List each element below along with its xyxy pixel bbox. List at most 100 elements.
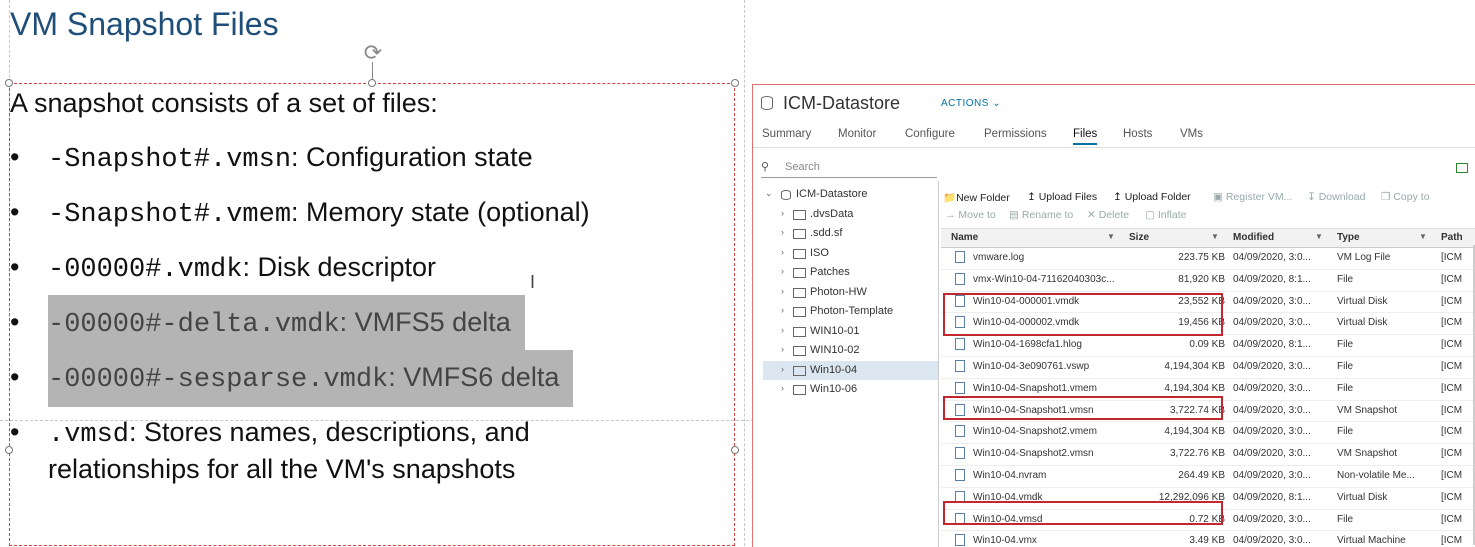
filter-icon[interactable]: ▼ bbox=[1315, 232, 1323, 241]
tree-item[interactable]: › Photon-HW bbox=[763, 283, 939, 303]
cell-path: [ICM bbox=[1441, 382, 1463, 394]
move-to-button[interactable]: → Move to bbox=[945, 209, 996, 221]
folder-icon bbox=[793, 307, 806, 317]
guide-line bbox=[744, 0, 745, 546]
tree-item[interactable]: › Photon-Template bbox=[763, 302, 939, 322]
file-icon bbox=[955, 272, 965, 285]
folder-icon bbox=[793, 229, 806, 239]
tree-item[interactable]: › Patches bbox=[763, 263, 939, 283]
cell-type: VM Snapshot bbox=[1337, 404, 1398, 416]
tab-hosts[interactable]: Hosts bbox=[1123, 128, 1152, 140]
tab-vms[interactable]: VMs bbox=[1180, 128, 1203, 140]
chevron-right-icon[interactable]: › bbox=[781, 364, 784, 374]
resize-handle[interactable] bbox=[731, 79, 739, 87]
cell-modified: 04/09/2020, 3:0... bbox=[1233, 448, 1311, 460]
chevron-right-icon[interactable]: › bbox=[781, 247, 784, 257]
table-row[interactable]: Win10-04-Snapshot2.vmsn 3,722.76 KB 04/09/… bbox=[941, 444, 1475, 466]
tree-item[interactable]: › .dvsData bbox=[763, 205, 939, 225]
folder-icon bbox=[793, 209, 806, 220]
table-row[interactable]: Win10-04.nvram 264.49 KB 04/09/2020, 3:0..… bbox=[941, 466, 1475, 488]
datastore-icon bbox=[781, 190, 791, 200]
tree-item[interactable]: › WIN10-02 bbox=[763, 341, 939, 361]
file-icon bbox=[955, 338, 965, 351]
tab-permissions[interactable]: Permissions bbox=[984, 128, 1047, 140]
actions-menu[interactable]: ACTIONS ⌄ bbox=[941, 98, 1001, 109]
file-icon bbox=[955, 359, 965, 372]
tab-bar: Summary Monitor Configure Permissions Fi… bbox=[753, 125, 1475, 148]
highlight-box bbox=[943, 501, 1223, 525]
cell-type: Virtual Machine bbox=[1337, 535, 1406, 547]
cell-modified: 04/09/2020, 3:0... bbox=[1233, 426, 1311, 438]
folder-icon bbox=[793, 365, 806, 376]
chevron-right-icon[interactable]: › bbox=[781, 305, 784, 315]
column-type[interactable]: Type bbox=[1337, 232, 1360, 243]
bullet-item: • .vmsd: Stores names, descriptions, and… bbox=[10, 417, 530, 484]
bullet-item: • -Snapshot#.vmsn: Configuration state bbox=[10, 142, 533, 175]
tree-item[interactable]: › .sdd.sf bbox=[763, 224, 939, 244]
chevron-down-icon[interactable]: ⌄ bbox=[765, 188, 773, 199]
cell-path: [ICM bbox=[1441, 317, 1463, 329]
tree-item[interactable]: › Win10-06 bbox=[763, 380, 939, 400]
new-folder-button[interactable]: 📁New Folder bbox=[943, 191, 1010, 204]
filter-icon[interactable]: ▼ bbox=[1211, 232, 1219, 241]
cell-type: File bbox=[1337, 339, 1354, 351]
tree-item-selected[interactable]: › Win10-04 bbox=[763, 360, 939, 380]
tab-files[interactable]: Files bbox=[1073, 128, 1098, 145]
chevron-right-icon[interactable]: › bbox=[781, 266, 784, 276]
cell-name: Win10-04-1698cfa1.hlog bbox=[973, 339, 1082, 351]
vsphere-files-panel: ICM-Datastore ACTIONS ⌄ Summary Monitor … bbox=[752, 84, 1475, 547]
tab-summary[interactable]: Summary bbox=[762, 128, 811, 140]
filter-icon[interactable]: ▼ bbox=[1419, 232, 1427, 241]
upload-folder-button[interactable]: ↥ Upload Folder bbox=[1113, 191, 1191, 203]
chevron-right-icon[interactable]: › bbox=[781, 227, 784, 237]
chevron-right-icon[interactable]: › bbox=[781, 208, 784, 218]
rename-button[interactable]: ▤ Rename to bbox=[1009, 209, 1073, 221]
table-row[interactable]: Win10-04-1698cfa1.hlog 0.09 KB 04/09/2020,… bbox=[941, 335, 1475, 357]
cell-modified: 04/09/2020, 3:0... bbox=[1233, 252, 1311, 263]
tree-item[interactable]: ⌄ ICM-Datastore bbox=[763, 185, 939, 205]
code-text: .vmsd bbox=[48, 420, 130, 450]
new-folder-icon[interactable] bbox=[1456, 163, 1468, 173]
column-path[interactable]: Path bbox=[1441, 232, 1463, 243]
folder-tree: ⌄ ICM-Datastore › .dvsData › .sdd.sf › ISO … bbox=[763, 185, 939, 400]
rotate-handle-icon[interactable]: ⟳ bbox=[362, 42, 384, 64]
column-name[interactable]: Name bbox=[951, 232, 978, 243]
column-size[interactable]: Size bbox=[1129, 232, 1149, 243]
tab-monitor[interactable]: Monitor bbox=[838, 128, 876, 140]
chevron-right-icon[interactable]: › bbox=[781, 383, 784, 393]
cell-path: [ICM bbox=[1441, 469, 1463, 481]
upload-files-button[interactable]: ↥ Upload Files bbox=[1027, 191, 1097, 203]
cell-size: 223.75 KB bbox=[1178, 252, 1225, 263]
chevron-right-icon[interactable]: › bbox=[781, 286, 784, 296]
search-input[interactable]: ⚲ Search bbox=[761, 159, 937, 178]
file-icon bbox=[955, 468, 965, 481]
cell-type: File bbox=[1337, 273, 1354, 285]
code-text: -00000#-delta.vmdk bbox=[48, 310, 340, 340]
table-row[interactable]: Win10-04-3e090761.vswp 4,194,304 KB 04/09/… bbox=[941, 357, 1475, 379]
register-vm-button[interactable]: ▣ Register VM... bbox=[1213, 191, 1292, 203]
table-row[interactable]: Win10-04.vmx 3.49 KB 04/09/2020, 3:0... Vir… bbox=[941, 531, 1475, 547]
table-row[interactable]: vmware.log 223.75 KB 04/09/2020, 3:0... VM … bbox=[941, 248, 1475, 270]
pane-divider[interactable] bbox=[938, 181, 939, 547]
cell-modified: 04/09/2020, 8:1... bbox=[1233, 339, 1311, 351]
cell-modified: 04/09/2020, 3:0... bbox=[1233, 535, 1311, 547]
download-button[interactable]: ↧ Download bbox=[1307, 191, 1365, 203]
chevron-right-icon[interactable]: › bbox=[781, 325, 784, 335]
column-modified[interactable]: Modified bbox=[1233, 232, 1274, 243]
cell-name: Win10-04.nvram bbox=[973, 469, 1047, 481]
cell-path: [ICM bbox=[1441, 513, 1463, 525]
filter-icon[interactable]: ▼ bbox=[1107, 232, 1115, 241]
slide-body[interactable]: A snapshot consists of a set of files: •… bbox=[10, 84, 730, 486]
delete-button[interactable]: ✕ Delete bbox=[1087, 209, 1129, 221]
copy-to-button[interactable]: ❐ Copy to bbox=[1381, 191, 1430, 203]
tab-configure[interactable]: Configure bbox=[905, 128, 955, 140]
chevron-right-icon[interactable]: › bbox=[781, 344, 784, 354]
table-row[interactable]: vmx-Win10-04-71162040303c... 81,920 KB 04/… bbox=[941, 270, 1475, 292]
tree-item[interactable]: › WIN10-01 bbox=[763, 322, 939, 342]
cell-size: 4,194,304 KB bbox=[1164, 426, 1225, 438]
inflate-button[interactable]: ▢ Inflate bbox=[1145, 209, 1186, 221]
table-row[interactable]: Win10-04-Snapshot2.vmem 4,194,304 KB 04/09… bbox=[941, 422, 1475, 445]
code-text: -Snapshot#.vmsn bbox=[48, 145, 292, 175]
tree-item[interactable]: › ISO bbox=[763, 244, 939, 264]
resize-handle[interactable] bbox=[731, 446, 739, 454]
